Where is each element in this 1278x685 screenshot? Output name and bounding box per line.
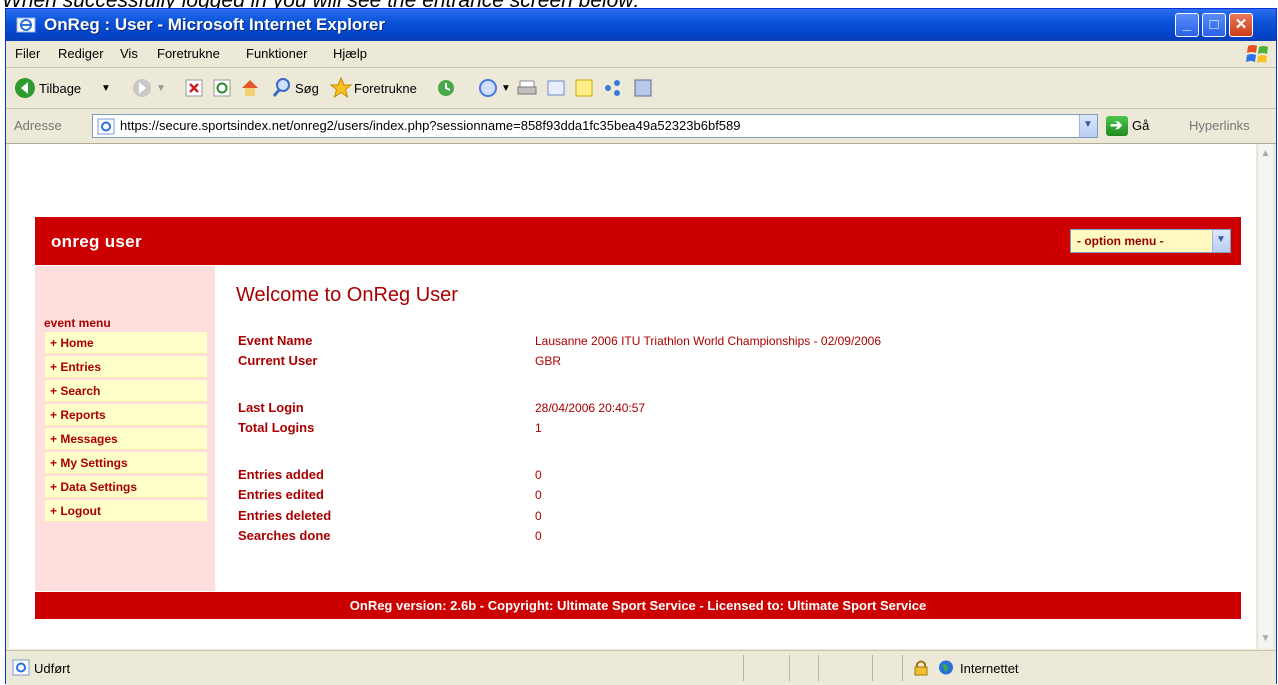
menu-vis[interactable]: Vis	[120, 46, 138, 61]
status-divider	[872, 655, 873, 681]
go-button[interactable]: ➔	[1106, 116, 1128, 136]
info-value-last-login: 28/04/2006 20:40:57	[535, 401, 646, 415]
home-icon[interactable]	[239, 76, 261, 100]
favorites-button-label[interactable]: Foretrukne	[354, 81, 417, 96]
menu-funktioner[interactable]: Funktioner	[246, 46, 307, 61]
back-button-label[interactable]: Tilbage	[39, 81, 81, 96]
go-label[interactable]: Gå	[1132, 118, 1149, 133]
go-arrow-icon: ➔	[1110, 117, 1123, 134]
mail-dropdown-icon[interactable]: ▼	[501, 83, 511, 94]
address-label: Adresse	[14, 118, 62, 133]
info-value-entries-deleted: 0	[535, 509, 542, 523]
back-dropdown-icon[interactable]: ▼	[101, 83, 111, 94]
menu-bar: Filer Rediger Vis Foretrukne Funktioner …	[6, 41, 1276, 68]
scroll-up-icon[interactable]: ▲	[1259, 146, 1272, 162]
maximize-icon: □	[1209, 16, 1219, 33]
info-value-event-name: Lausanne 2006 ITU Triathlon World Champi…	[535, 334, 881, 348]
welcome-heading: Welcome to OnReg User	[236, 284, 458, 306]
minimize-icon: _	[1182, 16, 1192, 33]
info-label-entries-added: Entries added	[238, 467, 324, 482]
maximize-button[interactable]: □	[1202, 13, 1226, 37]
info-value-current-user: GBR	[535, 354, 562, 368]
status-divider	[902, 655, 903, 681]
close-button[interactable]: ✕	[1229, 13, 1253, 37]
search-icon[interactable]	[271, 76, 293, 100]
forward-dropdown-icon[interactable]: ▼	[156, 83, 166, 94]
status-bar: Udført Internettet	[6, 650, 1276, 685]
standard-toolbar: Tilbage ▼ ▼ Søg Foretrukne ▼	[6, 68, 1276, 109]
links-toolbar-label[interactable]: Hyperlinks	[1189, 118, 1250, 133]
lock-icon[interactable]	[912, 659, 930, 676]
address-dropdown-button[interactable]: ▼	[1079, 115, 1097, 137]
page-done-icon	[12, 659, 30, 676]
stop-icon[interactable]	[184, 76, 204, 100]
chevron-down-icon: ▼	[1083, 119, 1093, 130]
favorites-star-icon[interactable]	[329, 76, 353, 100]
page-icon	[97, 118, 115, 135]
info-label-event-name: Event Name	[238, 333, 313, 348]
page-header: onreg user - option menu - ▼	[35, 217, 1241, 265]
menu-foretrukne[interactable]: Foretrukne	[157, 46, 220, 61]
info-value-entries-edited: 0	[535, 488, 542, 502]
info-label-searches-done: Searches done	[238, 528, 331, 543]
info-label-current-user: Current User	[238, 353, 318, 368]
menu-item-reports[interactable]: + Reports	[45, 404, 207, 426]
back-arrow-icon[interactable]	[14, 76, 36, 100]
zone-text: Internettet	[960, 661, 1019, 676]
minimize-button[interactable]: _	[1175, 13, 1199, 37]
address-url: https://secure.sportsindex.net/onreg2/us…	[120, 118, 741, 133]
ie-icon	[16, 17, 36, 33]
menu-hjaelp[interactable]: Hjælp	[333, 46, 367, 61]
info-label-entries-deleted: Entries deleted	[238, 508, 332, 523]
menu-item-messages[interactable]: + Messages	[45, 428, 207, 450]
option-menu-value: - option menu -	[1077, 234, 1164, 248]
menu-item-logout[interactable]: + Logout	[45, 500, 207, 522]
research-icon[interactable]	[632, 76, 654, 100]
search-button-label[interactable]: Søg	[295, 81, 319, 96]
title-bar: OnReg : User - Microsoft Internet Explor…	[6, 9, 1276, 41]
edit-icon[interactable]	[545, 76, 567, 100]
chevron-down-icon: ▼	[1216, 234, 1226, 245]
menu-rediger[interactable]: Rediger	[58, 46, 104, 61]
windows-logo-icon	[1246, 45, 1268, 63]
page-footer: OnReg version: 2.6b - Copyright: Ultimat…	[35, 592, 1241, 619]
page-viewport: onreg user - option menu - ▼ event menu …	[9, 144, 1256, 649]
forward-arrow-icon[interactable]	[131, 76, 153, 100]
menu-filer[interactable]: Filer	[15, 46, 40, 61]
status-divider	[789, 655, 790, 681]
status-divider	[743, 655, 744, 681]
status-text: Udført	[34, 661, 71, 676]
address-input[interactable]: https://secure.sportsindex.net/onreg2/us…	[92, 114, 1098, 138]
menu-item-entries[interactable]: + Entries	[45, 356, 207, 378]
info-value-searches-done: 0	[535, 529, 542, 543]
event-menu-sidebar: event menu + Home + Entries + Search + R…	[35, 266, 215, 591]
info-label-last-login: Last Login	[238, 400, 304, 415]
close-icon: ✕	[1234, 16, 1248, 33]
mail-icon[interactable]	[477, 76, 499, 100]
scroll-down-icon[interactable]: ▼	[1259, 631, 1272, 647]
option-menu-select[interactable]: - option menu - ▼	[1070, 229, 1231, 253]
option-menu-dropdown[interactable]: ▼	[1212, 230, 1230, 252]
menu-item-data-settings[interactable]: + Data Settings	[45, 476, 207, 498]
menu-item-search[interactable]: + Search	[45, 380, 207, 402]
vertical-scrollbar[interactable]: ▲ ▼	[1257, 144, 1273, 649]
menu-item-home[interactable]: + Home	[45, 332, 207, 354]
event-menu-heading: event menu	[44, 316, 111, 330]
refresh-icon[interactable]	[212, 76, 232, 100]
info-value-total-logins: 1	[535, 421, 542, 435]
internet-zone-icon	[939, 660, 953, 675]
history-icon[interactable]	[435, 76, 457, 100]
info-label-entries-edited: Entries edited	[238, 487, 324, 502]
site-title: onreg user	[51, 232, 142, 251]
browser-window: OnReg : User - Microsoft Internet Explor…	[5, 8, 1277, 685]
info-value-entries-added: 0	[535, 468, 542, 482]
messenger-icon[interactable]	[602, 76, 624, 100]
discuss-icon[interactable]	[573, 76, 595, 100]
print-icon[interactable]	[516, 76, 538, 100]
window-title: OnReg : User - Microsoft Internet Explor…	[44, 15, 385, 34]
address-bar: Adresse https://secure.sportsindex.net/o…	[6, 109, 1276, 144]
menu-item-my-settings[interactable]: + My Settings	[45, 452, 207, 474]
info-label-total-logins: Total Logins	[238, 420, 315, 435]
status-divider	[818, 655, 819, 681]
